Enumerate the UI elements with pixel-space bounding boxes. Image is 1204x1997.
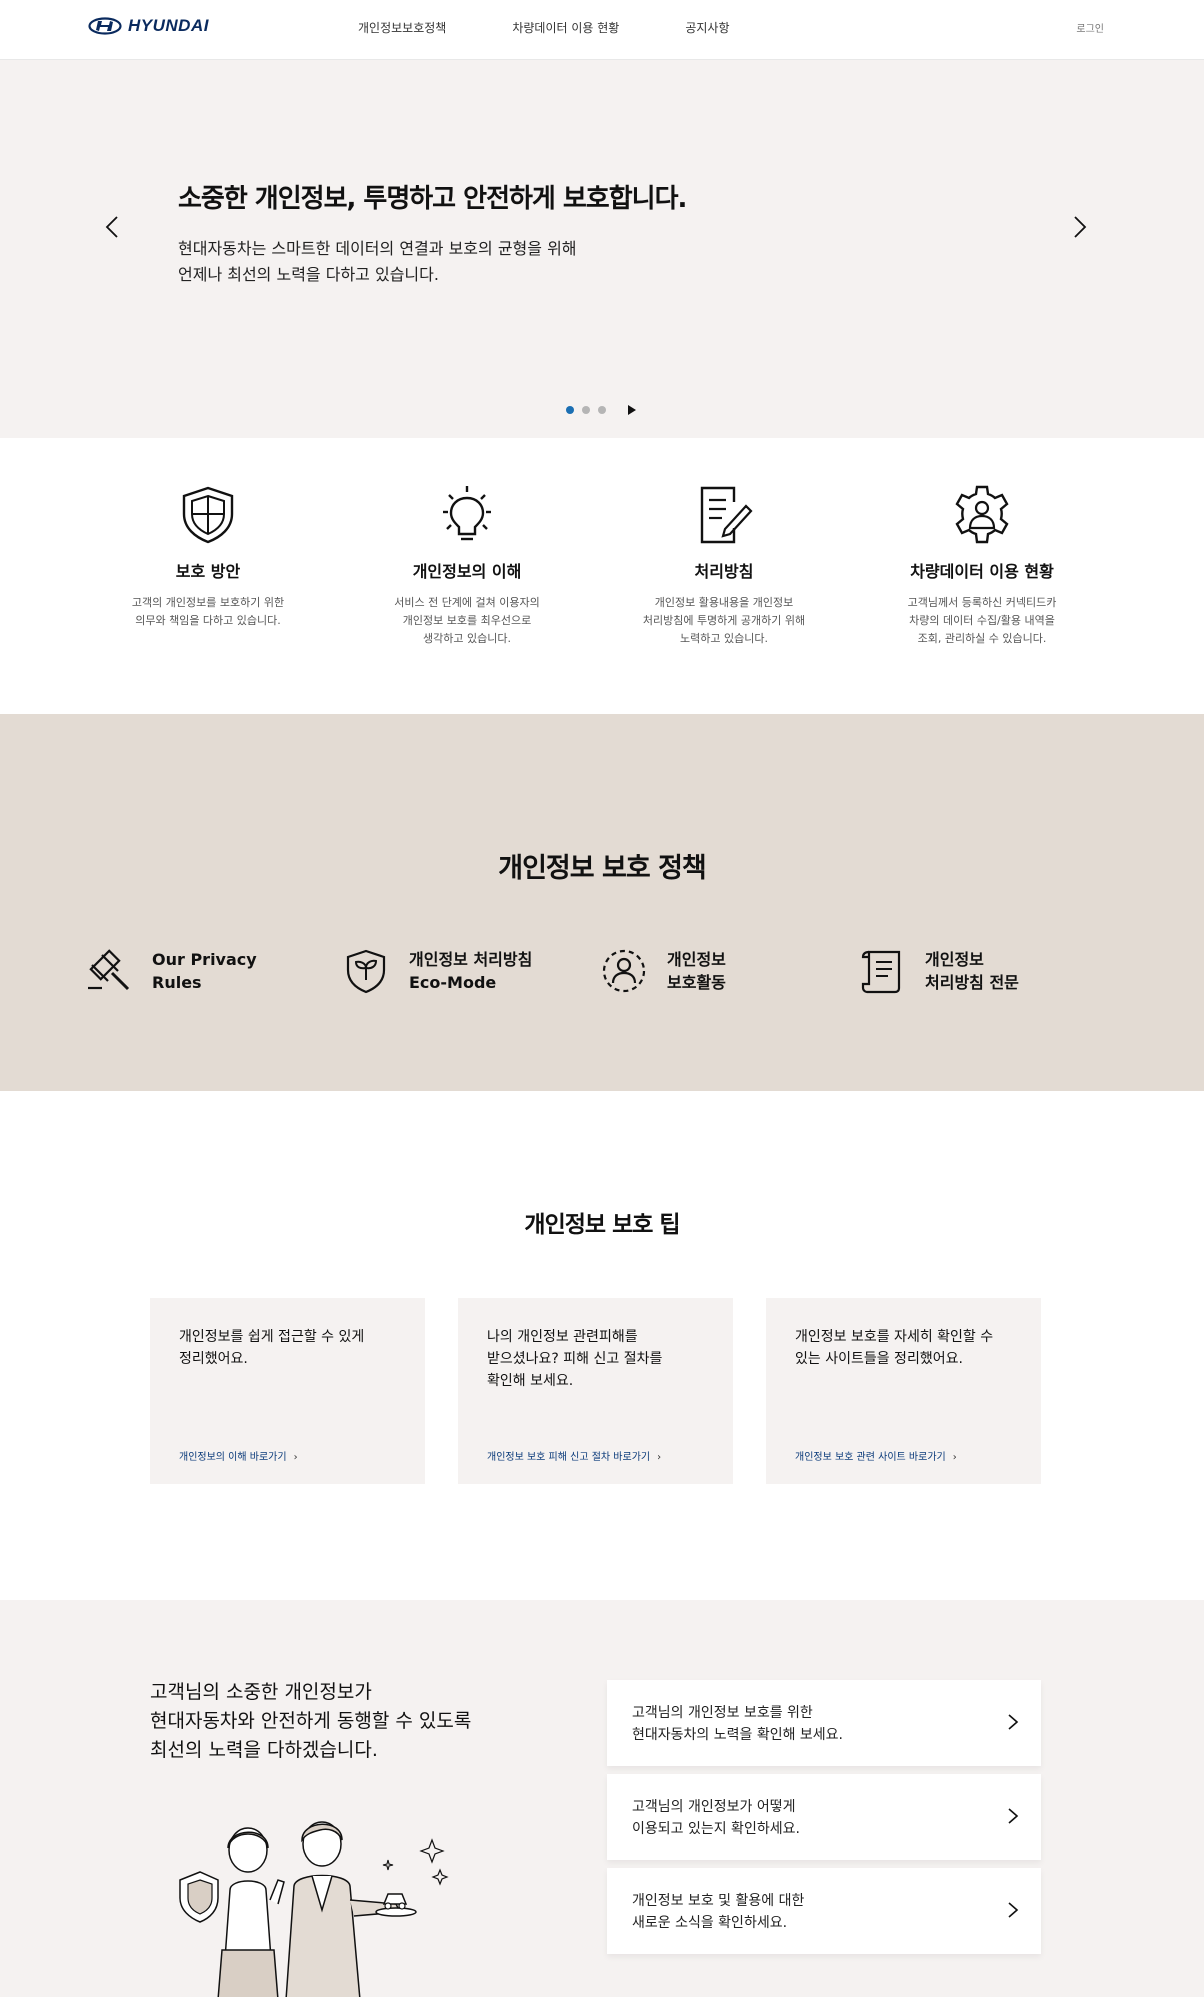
policy-title: 개인정보 보호 정책 <box>498 853 707 884</box>
feature-policy[interactable]: 처리방침 개인정보 활용내용을 개인정보 처리방침에 투명하게 공개하기 위해 … <box>624 484 824 648</box>
card-text: 고객님의 개인정보가 어떻게 이용되고 있는지 확인하세요. <box>632 1799 800 1837</box>
feature-title: 개인정보의 이해 <box>412 562 522 581</box>
tip-link[interactable]: 개인정보 보호 피해 신고 절차 바로가기 › <box>487 1448 661 1463</box>
tip-link-label: 개인정보의 이해 바로가기 <box>179 1452 287 1463</box>
tip-link-label: 개인정보 보호 관련 사이트 바로가기 <box>795 1452 946 1463</box>
play-icon[interactable] <box>628 405 636 415</box>
slide-dot-1[interactable] <box>566 406 574 414</box>
slide-dot-2[interactable] <box>582 406 590 414</box>
chevron-right-icon: › <box>657 1452 662 1463</box>
logo-text: HYUNDAI <box>128 16 209 35</box>
nav-notices[interactable]: 공지사항 <box>685 19 729 36</box>
feature-vehicle-data[interactable]: 차량데이터 이용 현황 고객님께서 등록하신 커넥티드카 차량의 데이터 수집/… <box>882 484 1082 648</box>
policy-item-label: 개인정보 처리방침 Eco-Mode <box>409 950 533 992</box>
feature-desc: 개인정보 활용내용을 개인정보 처리방침에 투명하게 공개하기 위해 노력하고 … <box>642 596 806 645</box>
tip-link[interactable]: 개인정보의 이해 바로가기 › <box>179 1448 298 1463</box>
nav-privacy-policy[interactable]: 개인정보보호정책 <box>358 19 446 36</box>
shield-icon <box>182 486 234 544</box>
nav-vehicle-data[interactable]: 차량데이터 이용 현황 <box>512 19 619 36</box>
slide-pagination <box>566 405 636 415</box>
policy-section: 개인정보 보호 정책 Our Privacy Rules 개인정보 처리방침 E… <box>0 714 1204 1091</box>
hero-description: 현대자동차는 스마트한 데이터의 연결과 보호의 균형을 위해 언제나 최선의 … <box>178 239 577 284</box>
feature-desc: 고객의 개인정보를 보호하기 위한 의무와 책임을 다하고 있습니다. <box>131 596 285 627</box>
tip-text: 개인정보 보호를 자세히 확인할 수 있는 사이트들을 정리했어요. <box>795 1329 994 1367</box>
tips-title: 개인정보 보호 팁 <box>524 1212 680 1238</box>
commitment-section: 고객님의 소중한 개인정보가 현대자동차와 안전하게 동행할 수 있도록 최선의… <box>0 1600 1204 1997</box>
hero-title: 소중한 개인정보, 투명하고 안전하게 보호합니다. <box>178 184 687 214</box>
user-dashed-icon <box>602 949 646 993</box>
tips-section: 개인정보 보호 팁 개인정보를 쉽게 접근할 수 있게 정리했어요. 개인정보의… <box>0 1091 1204 1600</box>
hyundai-emblem-icon <box>88 17 122 35</box>
feature-title: 보호 방안 <box>175 562 241 581</box>
policy-item-privacy-rules[interactable]: Our Privacy Rules <box>86 948 257 994</box>
gear-user-icon <box>955 485 1009 544</box>
hero-banner: 소중한 개인정보, 투명하고 안전하게 보호합니다. 현대자동차는 스마트한 데… <box>0 60 1204 438</box>
feature-title: 차량데이터 이용 현황 <box>910 562 1054 581</box>
policy-item-label: Our Privacy Rules <box>152 950 257 992</box>
feature-section: 보호 방안 고객의 개인정보를 보호하기 위한 의무와 책임을 다하고 있습니다… <box>0 438 1204 714</box>
tip-card[interactable]: 개인정보를 쉽게 접근할 수 있게 정리했어요. 개인정보의 이해 바로가기 › <box>150 1298 425 1484</box>
tip-link[interactable]: 개인정보 보호 관련 사이트 바로가기 › <box>795 1448 957 1463</box>
feature-desc: 서비스 전 단계에 걸쳐 이용자의 개인정보 보호를 최우선으로 생각하고 있습… <box>394 596 540 645</box>
tip-text: 나의 개인정보 관련피해를 받으셨나요? 피해 신고 절차를 확인해 보세요. <box>487 1329 663 1389</box>
commitment-title: 고객님의 소중한 개인정보가 현대자동차와 안전하게 동행할 수 있도록 최선의… <box>150 1681 472 1761</box>
login-link[interactable]: 로그인 <box>1076 20 1104 35</box>
policy-item-label: 개인정보 보호활동 <box>667 950 726 992</box>
tip-card[interactable]: 나의 개인정보 관련피해를 받으셨나요? 피해 신고 절차를 확인해 보세요. … <box>458 1298 733 1484</box>
main-nav: 개인정보보호정책 차량데이터 이용 현황 공지사항 <box>358 19 796 36</box>
commitment-card[interactable]: 고객님의 개인정보 보호를 위한 현대자동차의 노력을 확인해 보세요. <box>607 1680 1041 1766</box>
site-header: HYUNDAI 개인정보보호정책 차량데이터 이용 현황 공지사항 로그인 <box>0 0 1204 60</box>
chevron-right-icon <box>1008 1808 1019 1824</box>
policy-item-eco-mode[interactable]: 개인정보 처리방침 Eco-Mode <box>343 948 532 994</box>
scroll-icon <box>861 950 901 994</box>
feature-protection[interactable]: 보호 방안 고객의 개인정보를 보호하기 위한 의무와 책임을 다하고 있습니다… <box>108 484 308 630</box>
hyundai-logo[interactable]: HYUNDAI <box>88 16 209 36</box>
policy-item-protection-activity[interactable]: 개인정보 보호활동 <box>601 948 726 994</box>
chevron-right-icon <box>1008 1902 1019 1918</box>
document-pen-icon <box>700 486 753 544</box>
policy-item-full-policy[interactable]: 개인정보 처리방침 전문 <box>859 948 1019 994</box>
tip-card[interactable]: 개인정보 보호를 자세히 확인할 수 있는 사이트들을 정리했어요. 개인정보 … <box>766 1298 1041 1484</box>
policy-item-label: 개인정보 처리방침 전문 <box>925 950 1019 992</box>
feature-title: 처리방침 <box>694 562 754 581</box>
card-text: 고객님의 개인정보 보호를 위한 현대자동차의 노력을 확인해 보세요. <box>632 1705 843 1743</box>
slide-dot-3[interactable] <box>598 406 606 414</box>
people-illustration-icon <box>179 1821 449 1997</box>
gavel-icon <box>88 949 130 991</box>
tip-text: 개인정보를 쉽게 접근할 수 있게 정리했어요. <box>179 1329 365 1367</box>
lightbulb-icon <box>443 486 491 541</box>
leaf-shield-icon <box>346 949 386 994</box>
prev-slide-arrow-icon[interactable] <box>98 212 128 242</box>
feature-understanding[interactable]: 개인정보의 이해 서비스 전 단계에 걸쳐 이용자의 개인정보 보호를 최우선으… <box>367 484 567 648</box>
feature-desc: 고객님께서 등록하신 커넥티드카 차량의 데이터 수집/활용 내역을 조회, 관… <box>907 596 1057 645</box>
chevron-right-icon <box>1008 1714 1019 1730</box>
commitment-card[interactable]: 고객님의 개인정보가 어떻게 이용되고 있는지 확인하세요. <box>607 1774 1041 1860</box>
next-slide-arrow-icon[interactable] <box>1064 212 1094 242</box>
chevron-right-icon: › <box>293 1452 298 1463</box>
card-text: 개인정보 보호 및 활용에 대한 새로운 소식을 확인하세요. <box>632 1893 805 1931</box>
tip-link-label: 개인정보 보호 피해 신고 절차 바로가기 <box>487 1452 651 1463</box>
commitment-card[interactable]: 개인정보 보호 및 활용에 대한 새로운 소식을 확인하세요. <box>607 1868 1041 1954</box>
chevron-right-icon: › <box>952 1452 957 1463</box>
